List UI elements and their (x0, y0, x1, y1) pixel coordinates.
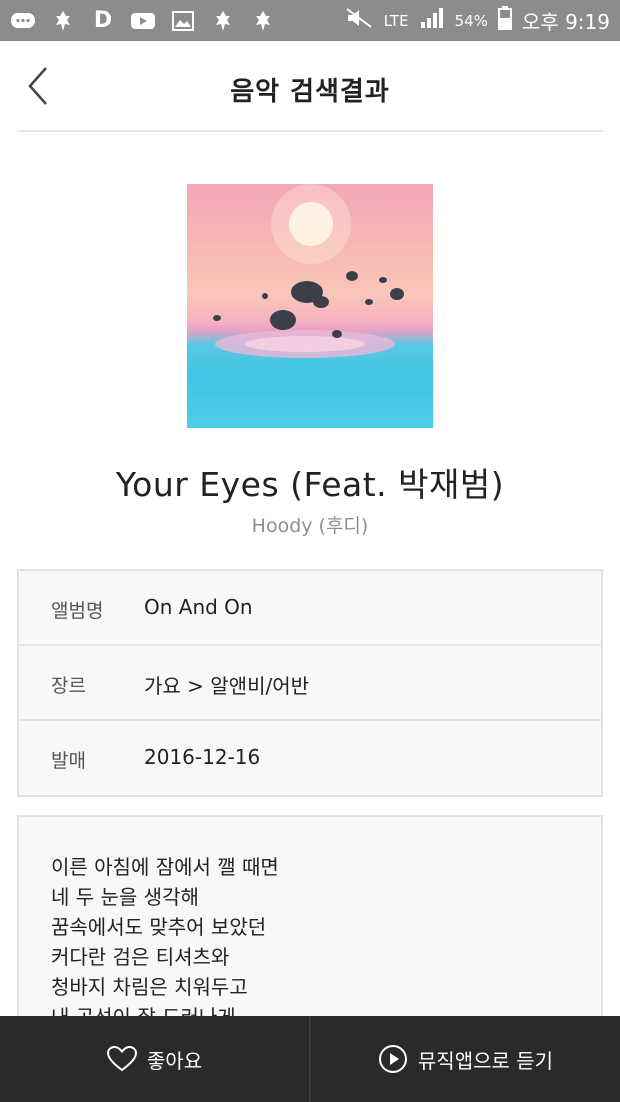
heart-icon (106, 1046, 137, 1072)
info-row-album: 앨범명 On And On (19, 571, 601, 646)
gallery-icon (170, 10, 196, 32)
info-value: 가요 > 알앤비/어반 (144, 674, 310, 698)
listen-in-music-app-button[interactable]: 뮤직앱으로 듣기 (311, 1016, 620, 1102)
system-status: LTE 54% 오후 9:19 (344, 6, 610, 35)
lyric-line: 청바지 차림은 치워두고 (51, 975, 248, 999)
info-value: On And On (144, 595, 253, 619)
header: 음악 검색결과 (0, 41, 620, 132)
play-circle-icon (378, 1045, 407, 1073)
info-value: 2016-12-16 (144, 745, 261, 769)
chat-icon (10, 10, 36, 32)
battery-icon (497, 6, 512, 35)
listen-label: 뮤직앱으로 듣기 (417, 1048, 554, 1073)
album-cover (187, 184, 433, 428)
page-title: 음악 검색결과 (230, 77, 390, 107)
d-icon: D (93, 7, 113, 33)
info-label: 앨범명 (51, 600, 104, 622)
android-icon (50, 10, 76, 32)
lyrics-panel[interactable]: 이른 아침에 잠에서 깰 때면 네 두 눈을 생각해 꿈속에서도 맞추어 보았던… (17, 815, 603, 1045)
like-button[interactable]: 좋아요 (0, 1016, 309, 1102)
artist-name: Hoody (후디) (251, 515, 369, 537)
lyric-line: 꿈속에서도 맞추어 보았던 (51, 915, 267, 939)
android-icon (210, 10, 236, 32)
info-label: 발매 (51, 750, 86, 772)
lyric-line: 커다란 검은 티셔츠와 (51, 945, 230, 969)
mute-icon (344, 7, 374, 34)
bottom-action-bar: 좋아요 뮤직앱으로 듣기 (0, 1016, 620, 1102)
like-label: 좋아요 (146, 1048, 203, 1073)
battery-percent: 54% (454, 11, 488, 30)
android-icon (250, 10, 276, 32)
song-info-table: 앨범명 On And On 장르 가요 > 알앤비/어반 발매 2016-12-… (17, 569, 603, 797)
notification-icons: D (10, 7, 276, 33)
youtube-icon (130, 10, 156, 32)
info-row-genre: 장르 가요 > 알앤비/어반 (19, 646, 601, 721)
lyric-line: 이른 아침에 잠에서 깰 때면 (51, 855, 279, 879)
clock: 오후 9:19 (521, 10, 610, 34)
header-divider (17, 130, 603, 132)
lyric-line: 네 두 눈을 생각해 (51, 885, 199, 909)
signal-icon (419, 7, 445, 34)
info-label: 장르 (51, 675, 86, 697)
status-bar: D LTE 54% 오후 9:19 (0, 0, 620, 41)
info-row-release: 발매 2016-12-16 (19, 721, 601, 796)
network-type: LTE (383, 11, 409, 30)
song-title: Your Eyes (Feat. 박재범) (115, 465, 505, 504)
